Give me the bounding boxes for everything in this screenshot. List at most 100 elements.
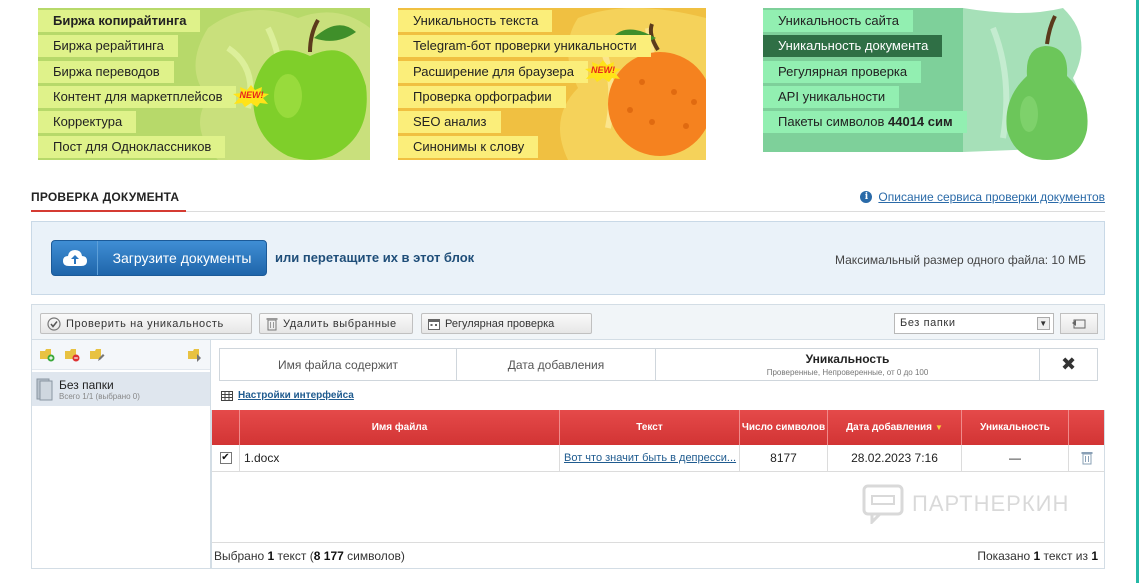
header-date-added[interactable]: Дата добавления ▼: [828, 410, 962, 445]
header-text[interactable]: Текст: [560, 410, 740, 445]
new-badge: NEW!: [584, 59, 622, 82]
table-icon: [221, 390, 233, 401]
text-preview-link[interactable]: Вот что значит быть в депресси...: [564, 452, 736, 464]
filter-date-label: Дата добавления: [507, 357, 605, 372]
menu-item-translation-exchange[interactable]: Биржа переводов: [38, 60, 174, 83]
check-circle-icon: [47, 316, 61, 331]
green-menu: Биржа копирайтинга Биржа рерайтинга Бирж…: [38, 10, 270, 160]
upload-dropzone[interactable]: Загрузите документы или перетащите их в …: [31, 221, 1105, 295]
menu-item-label: Пакеты символов: [778, 114, 885, 130]
menu-item-spelling-check[interactable]: Проверка орфографии: [398, 85, 566, 108]
filter-file-name-label: Имя файла содержит: [277, 357, 399, 372]
delete-selected-button[interactable]: Удалить выбранные: [259, 313, 413, 334]
calendar-icon: [428, 318, 440, 330]
row-select-cell: ✔: [212, 445, 240, 471]
sort-desc-icon: ▼: [935, 423, 943, 432]
folder-select[interactable]: Без папки ▼: [894, 313, 1054, 334]
service-description-label: Описание сервиса проверки документов: [878, 190, 1105, 204]
symbol-count: 44014 сим: [888, 114, 953, 130]
add-folder-icon[interactable]: [39, 348, 55, 362]
drag-hint: или перетащите их в этот блок: [275, 250, 475, 265]
menu-item-label: Контент для маркетплейсов: [53, 88, 223, 104]
cell-uniqueness: —: [962, 445, 1069, 471]
header-date-label: Дата добавления: [846, 422, 932, 433]
regular-check-label: Регулярная проверка: [445, 317, 555, 330]
menu-item-site-uniqueness[interactable]: Уникальность сайта: [763, 10, 913, 32]
pear-image: [1006, 15, 1088, 160]
check-uniqueness-button[interactable]: Проверить на уникальность: [40, 313, 252, 334]
watermark: ПАРТНЕРКИН: [862, 484, 1069, 524]
menu-item-browser-extension[interactable]: Расширение для браузера NEW!: [398, 59, 621, 83]
filter-uniqueness[interactable]: Уникальность Проверенные, Непроверенные,…: [656, 349, 1040, 380]
menu-item-label: Расширение для браузера: [413, 63, 574, 79]
menu-item-telegram-bot[interactable]: Telegram-бот проверки уникальности: [398, 35, 651, 58]
info-icon: i: [860, 191, 873, 203]
move-to-folder-button[interactable]: [1060, 313, 1098, 334]
shown-summary: Показано 1 текст из 1: [977, 548, 1098, 563]
mint-menu: Уникальность сайта Уникальность документ…: [763, 10, 967, 136]
folder-name: Без папки: [59, 377, 114, 392]
cell-text: Вот что значит быть в депресси...: [560, 445, 740, 471]
table-header: Имя файла Текст Число символов Дата доба…: [212, 410, 1104, 445]
service-description-link[interactable]: i Описание сервиса проверки документов: [860, 190, 1105, 204]
close-icon: ✖: [1060, 354, 1077, 374]
delete-folder-icon[interactable]: [64, 348, 80, 362]
interface-settings-label: Настройки интерфейса: [238, 390, 354, 401]
chevron-down-icon: ▼: [1037, 317, 1050, 330]
table-row: ✔ 1.docx Вот что значит быть в депресси.…: [212, 445, 1104, 472]
row-checkbox[interactable]: ✔: [219, 452, 232, 464]
menu-item-regular-check[interactable]: Регулярная проверка: [763, 60, 922, 83]
cell-char-count: 8177: [740, 445, 828, 471]
folder-settings-icon[interactable]: [187, 348, 203, 362]
header-select: [212, 410, 240, 445]
menu-item-symbol-packages[interactable]: Пакеты символов 44014 сим: [763, 111, 967, 134]
upload-documents-button[interactable]: Загрузите документы: [51, 240, 267, 276]
max-file-size: Максимальный размер одного файла: 10 МБ: [835, 253, 1086, 267]
cell-date-added: 28.02.2023 7:16: [828, 445, 962, 471]
divider: [31, 211, 1105, 212]
folder-select-value: Без папки: [900, 317, 956, 329]
watermark-text: ПАРТНЕРКИН: [912, 491, 1070, 516]
header-char-count[interactable]: Число символов: [740, 410, 828, 445]
check-uniqueness-label: Проверить на уникальность: [66, 317, 224, 330]
cell-file-name: 1.docx: [240, 445, 560, 471]
regular-check-button[interactable]: Регулярная проверка: [421, 313, 592, 334]
folder-panel: Без папки Всего 1/1 (выбрано 0): [31, 340, 211, 569]
menu-item-synonyms[interactable]: Синонимы к слову: [398, 136, 539, 159]
filter-date-added[interactable]: Дата добавления: [457, 349, 656, 380]
return-icon: [1072, 319, 1086, 328]
edit-folder-icon[interactable]: [89, 348, 105, 362]
menu-item-marketplace-content[interactable]: Контент для маркетплейсов NEW!: [38, 84, 270, 108]
interface-settings-link[interactable]: Настройки интерфейса: [221, 390, 354, 401]
title-underline: [31, 210, 186, 212]
banner-orange-block: Уникальность текста Telegram-бот проверк…: [398, 8, 706, 160]
clear-filters-button[interactable]: ✖: [1040, 349, 1097, 380]
header-uniqueness[interactable]: Уникальность: [962, 410, 1069, 445]
table-footer: Выбрано 1 текст (8 177 символов) Показан…: [212, 542, 1104, 568]
toolbar: Проверить на уникальность Удалить выбран…: [31, 304, 1105, 340]
delete-selected-label: Удалить выбранные: [283, 317, 397, 330]
menu-item-document-uniqueness[interactable]: Уникальность документа: [763, 35, 943, 58]
folder-item-no-folder[interactable]: Без папки Всего 1/1 (выбрано 0): [32, 372, 210, 406]
cell-actions: [1069, 445, 1104, 471]
new-badge: NEW!: [232, 84, 270, 107]
orange-menu: Уникальность текста Telegram-бот проверк…: [398, 10, 651, 160]
folder-count: Всего 1/1 (выбрано 0): [59, 391, 140, 401]
menu-item-seo-analysis[interactable]: SEO анализ: [398, 111, 501, 134]
menu-item-proofreading[interactable]: Корректура: [38, 111, 137, 134]
trash-icon: [266, 317, 278, 330]
filter-uniqueness-label: Уникальность: [805, 352, 890, 366]
menu-item-odnoklassniki-post[interactable]: Пост для Одноклассников: [38, 136, 226, 159]
banner-green-block: Биржа копирайтинга Биржа рерайтинга Бирж…: [38, 8, 370, 160]
menu-item-rewriting-exchange[interactable]: Биржа рерайтинга: [38, 35, 178, 58]
page-title: ПРОВЕРКА ДОКУМЕНТА: [31, 190, 180, 204]
filter-file-name[interactable]: Имя файла содержит: [220, 349, 457, 380]
menu-item-copywriting-exchange[interactable]: Биржа копирайтинга: [38, 10, 201, 32]
menu-item-api-uniqueness[interactable]: API уникальности: [763, 85, 900, 108]
menu-item-text-uniqueness[interactable]: Уникальность текста: [398, 10, 553, 32]
filter-bar: Имя файла содержит Дата добавления Уника…: [219, 348, 1098, 381]
trash-icon[interactable]: [1081, 451, 1093, 465]
folder-stack-icon: [36, 378, 53, 401]
upload-button-label: Загрузите документы: [112, 250, 252, 266]
header-file-name[interactable]: Имя файла: [240, 410, 560, 445]
